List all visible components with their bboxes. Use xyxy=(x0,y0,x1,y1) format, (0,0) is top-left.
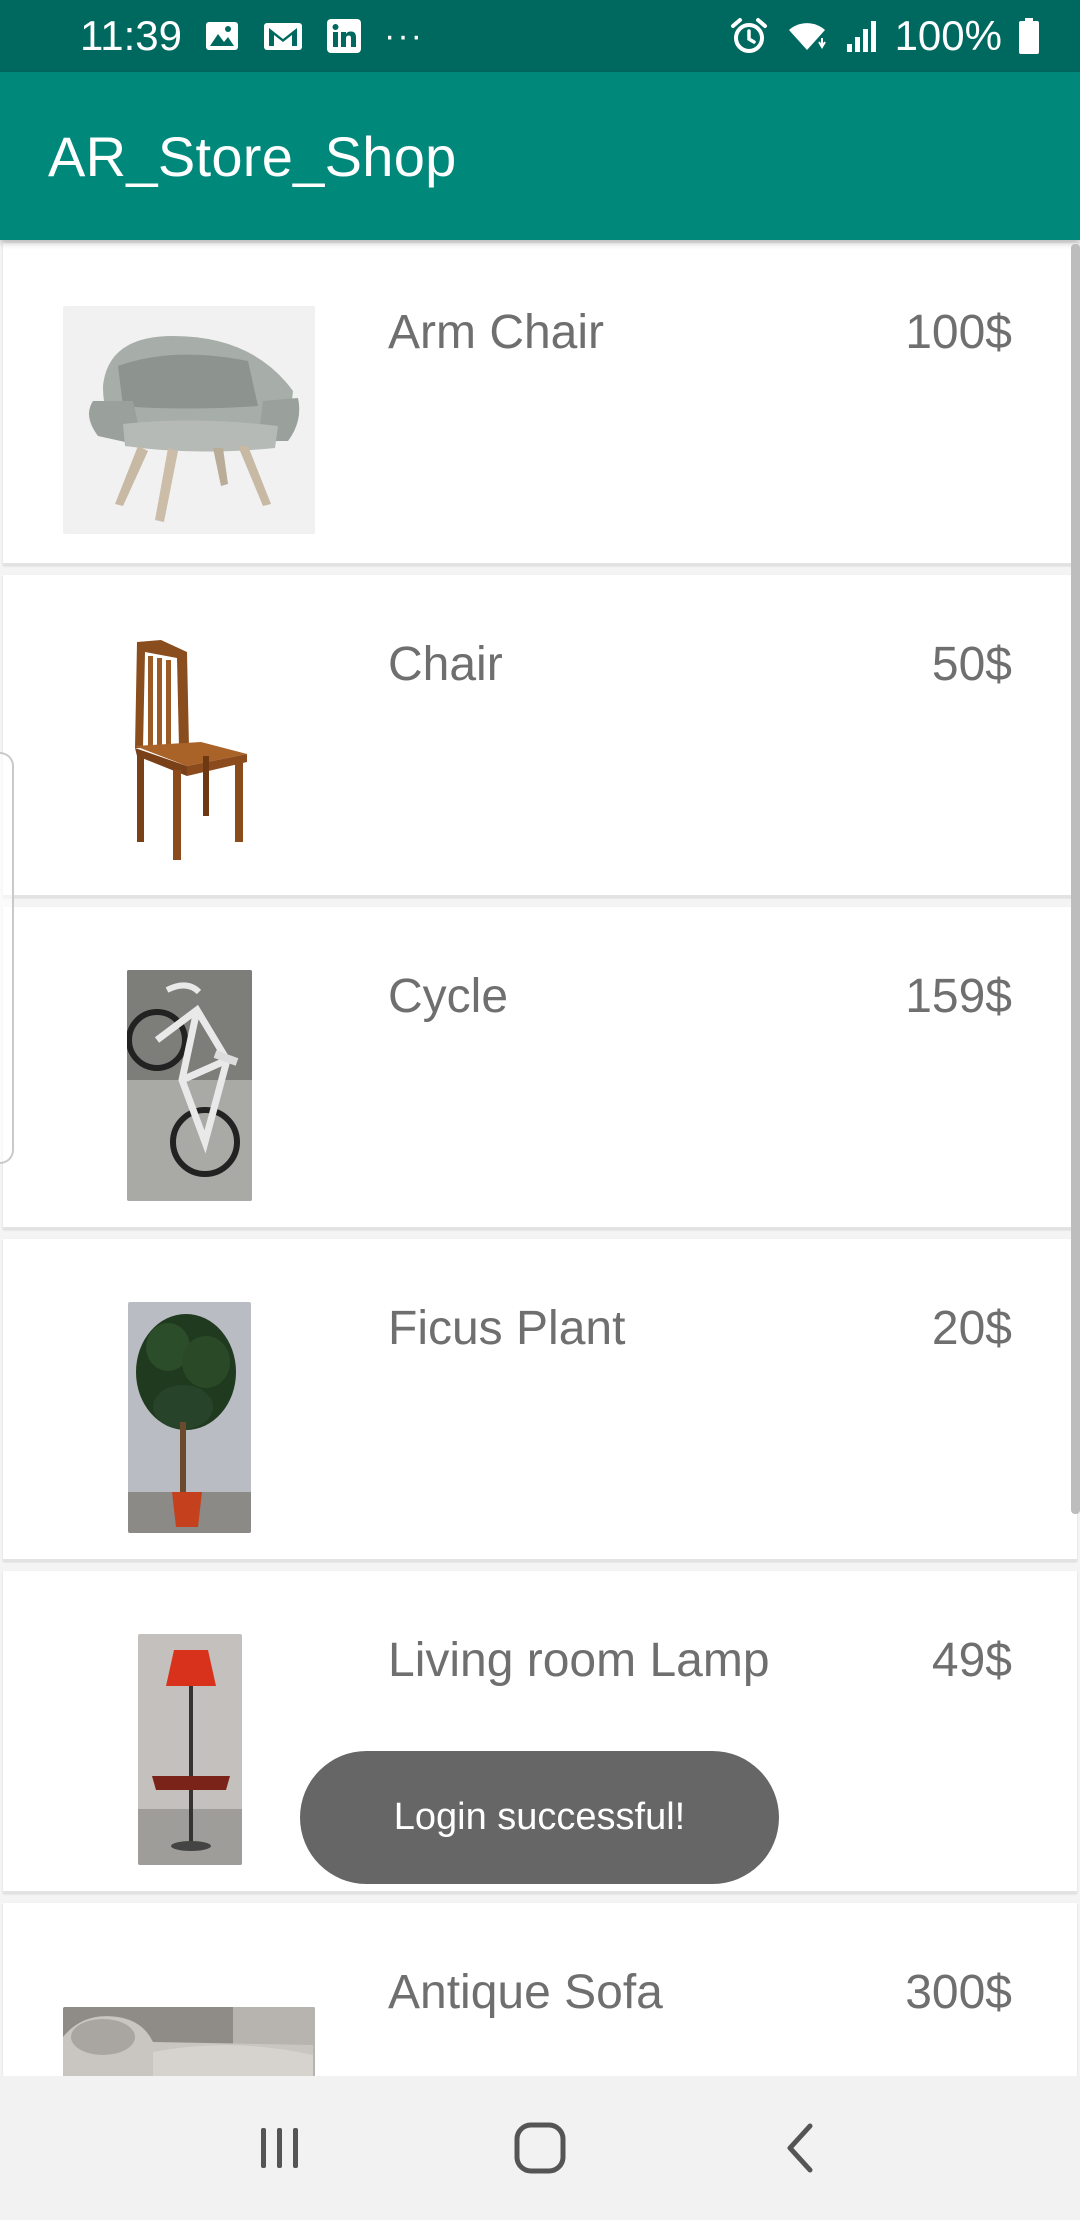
product-name: Antique Sofa xyxy=(388,1966,663,2019)
product-card-antique-sofa[interactable]: Antique Sofa 300$ xyxy=(3,1903,1077,2076)
product-card-cycle[interactable]: Cycle 159$ xyxy=(3,907,1077,1229)
product-card-chair[interactable]: Chair 50$ xyxy=(3,575,1077,897)
cycle-image xyxy=(127,970,252,1201)
status-time: 11:39 xyxy=(80,12,182,59)
ficus-plant-image xyxy=(128,1302,251,1533)
product-price: 49$ xyxy=(931,1634,1012,1687)
product-name: Chair xyxy=(388,638,503,691)
edge-panel-handle[interactable] xyxy=(0,752,14,1164)
lamp-image xyxy=(138,1634,242,1865)
app-title: AR_Store_Shop xyxy=(48,124,457,188)
product-price: 50$ xyxy=(931,638,1012,691)
list-scrollbar[interactable] xyxy=(1071,244,1080,1514)
product-name: Arm Chair xyxy=(388,306,605,359)
battery-icon xyxy=(1018,17,1040,55)
wifi-icon xyxy=(785,18,829,54)
alarm-icon xyxy=(729,16,769,56)
sofa-image xyxy=(63,2007,315,2076)
back-icon xyxy=(787,2123,813,2173)
product-name: Cycle xyxy=(388,970,509,1023)
recents-button[interactable] xyxy=(220,2098,340,2198)
product-name: Ficus Plant xyxy=(388,1302,626,1355)
back-button[interactable] xyxy=(740,2098,860,2198)
product-card-ficus-plant[interactable]: Ficus Plant 20$ xyxy=(3,1239,1077,1561)
product-card-arm-chair[interactable]: Arm Chair 100$ xyxy=(3,243,1077,565)
product-price: 100$ xyxy=(905,306,1012,359)
gmail-icon xyxy=(262,18,304,54)
product-price: 300$ xyxy=(905,1966,1012,2019)
more-notifications-icon: ··· xyxy=(384,16,424,55)
gallery-icon xyxy=(204,18,240,54)
home-icon xyxy=(514,2122,566,2174)
recents-icon xyxy=(261,2128,298,2168)
navigation-bar xyxy=(0,2076,1080,2220)
home-button[interactable] xyxy=(480,2098,600,2198)
toast-message: Login successful! xyxy=(300,1751,779,1884)
status-bar: 11:39 ··· 100% xyxy=(0,0,1080,72)
product-name: Living room Lamp xyxy=(388,1634,770,1687)
product-price: 159$ xyxy=(905,970,1012,1023)
battery-percentage: 100% xyxy=(894,12,1002,59)
product-price: 20$ xyxy=(931,1302,1012,1355)
app-bar: AR_Store_Shop xyxy=(0,72,1080,240)
linkedin-icon xyxy=(326,18,362,54)
chair-image xyxy=(131,638,249,861)
signal-icon xyxy=(845,18,879,54)
arm-chair-image xyxy=(63,306,315,534)
